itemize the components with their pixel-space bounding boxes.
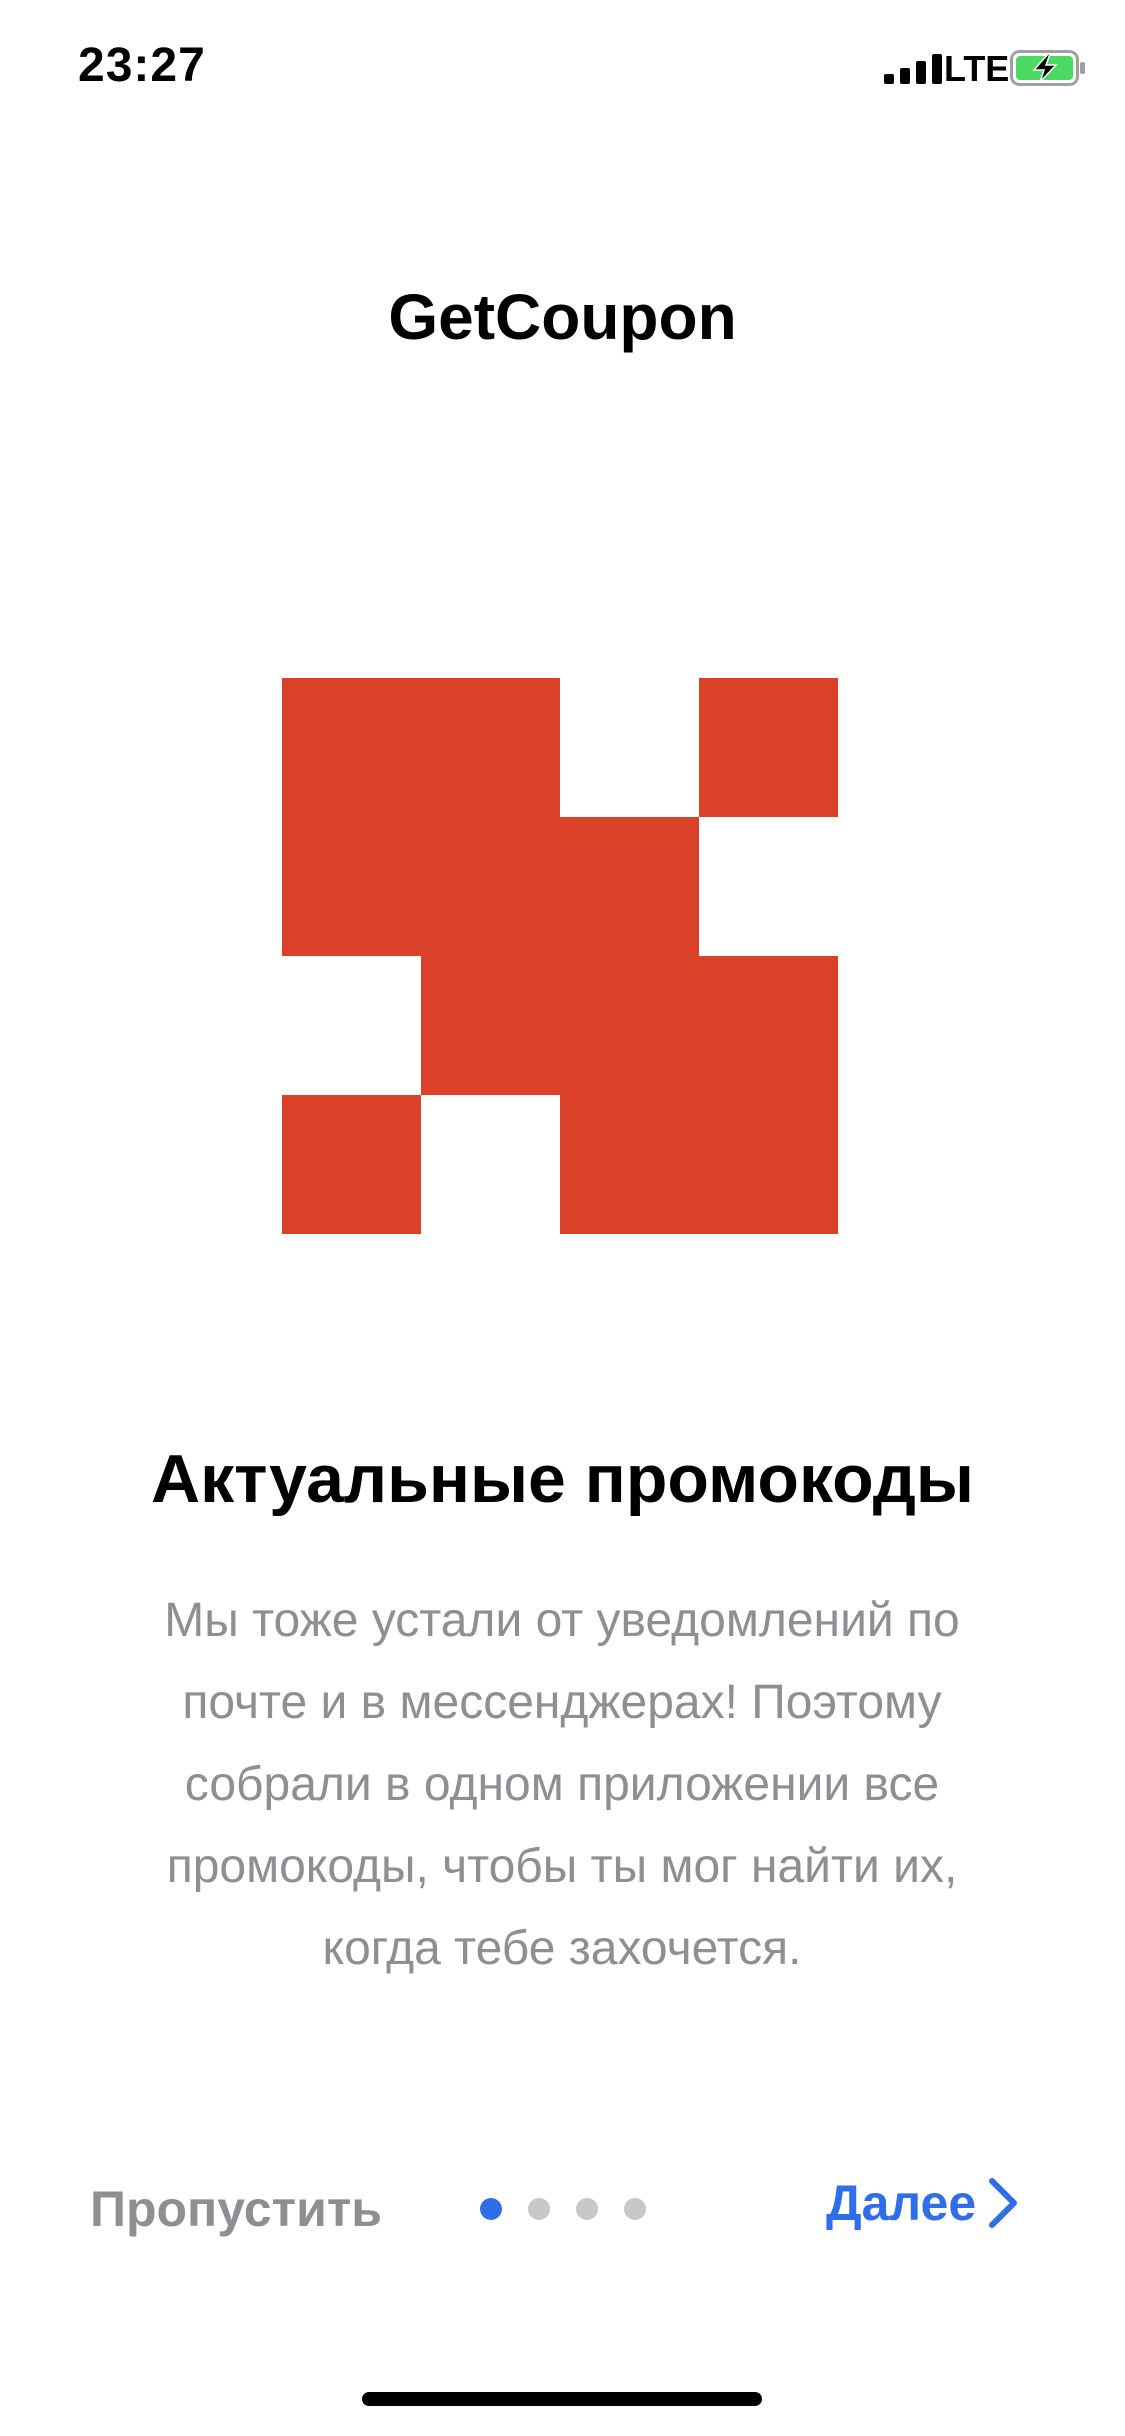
- next-button-label: Далее: [826, 2175, 977, 2231]
- app-title: GetCoupon: [388, 281, 737, 353]
- page-dot-4[interactable]: [624, 2198, 646, 2220]
- signal-icon: [884, 54, 942, 84]
- page-dot-3[interactable]: [576, 2198, 598, 2220]
- page-indicator[interactable]: [480, 2198, 646, 2222]
- status-time: 23:27: [78, 39, 206, 92]
- skip-button[interactable]: Пропустить: [90, 2180, 382, 2238]
- home-indicator[interactable]: [362, 2392, 762, 2406]
- onboarding-headline: Актуальные промокоды: [151, 1441, 974, 1517]
- chevron-right-icon: [989, 2178, 1018, 2228]
- onboarding-description: Мы тоже устали от уведомлений по почте и…: [164, 1594, 960, 1975]
- battery-charging-icon: [1010, 50, 1085, 86]
- next-button[interactable]: Далее: [826, 2174, 1020, 2232]
- page-dot-2[interactable]: [528, 2198, 550, 2220]
- page-dot-1[interactable]: [480, 2198, 502, 2220]
- getcoupon-logo-icon: [282, 678, 838, 1234]
- status-bar: 23:27 LTE: [0, 0, 1125, 140]
- network-type-label: LTE: [944, 48, 1010, 89]
